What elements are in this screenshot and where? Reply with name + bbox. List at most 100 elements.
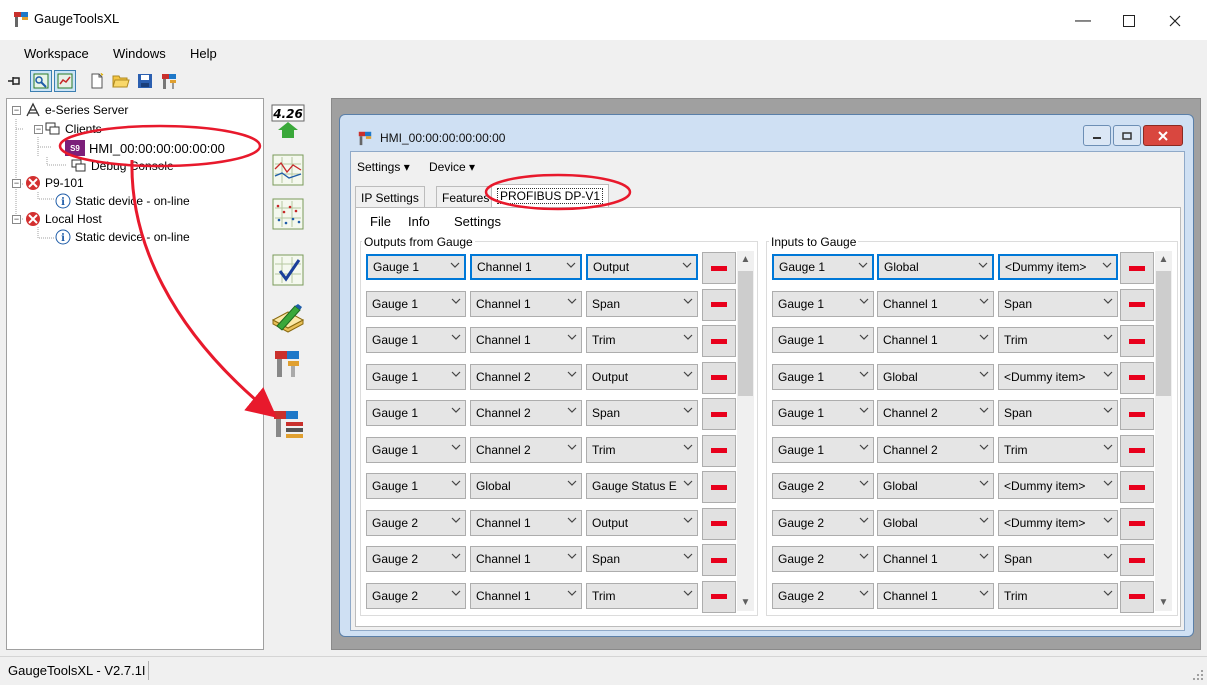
menu-settings[interactable]: Settings ▾ <box>357 160 410 174</box>
output-combo-item[interactable]: Output <box>586 363 698 390</box>
input-combo-item[interactable]: Span <box>998 290 1118 317</box>
resize-grip-icon[interactable] <box>1192 669 1204 681</box>
input-combo-channel[interactable]: Channel 1 <box>877 546 994 572</box>
output-remove-button[interactable] <box>702 434 736 467</box>
input-combo-gauge[interactable]: Gauge 2 <box>772 473 874 499</box>
output-combo-item[interactable]: Span <box>586 546 698 572</box>
inputs-scrollbar[interactable]: ▲ ▼ <box>1155 251 1172 611</box>
calibration-button[interactable] <box>270 252 306 288</box>
output-remove-button[interactable] <box>702 544 736 576</box>
tree-node-hmi[interactable]: S9 HMI_00:00:00:00:00:00 <box>65 140 225 156</box>
mdi-restore-button[interactable] <box>1113 125 1141 146</box>
view-tree-button[interactable] <box>30 70 52 92</box>
tree-node-localhost[interactable]: Local Host <box>25 211 102 227</box>
new-file-button[interactable] <box>86 70 108 92</box>
menu-info[interactable]: Info <box>408 214 430 229</box>
trend-button-2[interactable] <box>270 196 306 232</box>
input-combo-channel[interactable]: Channel 1 <box>877 327 994 353</box>
input-combo-gauge[interactable]: Gauge 1 <box>772 254 874 280</box>
edit-button[interactable] <box>270 300 306 336</box>
tools-button-2[interactable] <box>270 346 306 382</box>
minimize-button[interactable]: — <box>1060 6 1106 36</box>
expander-p9[interactable]: − <box>12 179 21 188</box>
output-combo-channel[interactable]: Channel 2 <box>470 400 582 426</box>
output-combo-item[interactable]: Output <box>586 254 698 280</box>
scroll-up-icon[interactable]: ▲ <box>1155 251 1172 268</box>
trend-button-1[interactable] <box>270 152 306 188</box>
tab-ip-settings[interactable]: IP Settings <box>355 186 425 208</box>
menu-panel-settings[interactable]: Settings <box>454 214 501 229</box>
output-combo-item[interactable]: Span <box>586 400 698 426</box>
output-combo-gauge[interactable]: Gauge 1 <box>366 473 466 499</box>
output-combo-gauge[interactable]: Gauge 2 <box>366 546 466 572</box>
output-remove-button[interactable] <box>702 288 736 321</box>
version-button[interactable]: 4.26 <box>270 104 306 140</box>
scroll-down-icon[interactable]: ▼ <box>737 594 754 611</box>
output-combo-channel[interactable]: Channel 1 <box>470 509 582 536</box>
expander-clients[interactable]: − <box>34 125 43 134</box>
output-remove-button[interactable] <box>702 471 736 503</box>
output-combo-item[interactable]: Gauge Status E <box>586 473 698 499</box>
maximize-button[interactable] <box>1106 6 1152 36</box>
input-remove-button[interactable] <box>1120 252 1154 284</box>
open-folder-button[interactable] <box>110 70 132 92</box>
input-combo-gauge[interactable]: Gauge 2 <box>772 509 874 536</box>
input-combo-gauge[interactable]: Gauge 1 <box>772 290 874 317</box>
menu-windows[interactable]: Windows <box>113 46 166 61</box>
tree-node-local-static[interactable]: i Static device - on-line <box>55 229 190 245</box>
menu-file[interactable]: File <box>370 214 391 229</box>
tree-node-server[interactable]: e-Series Server <box>25 102 128 118</box>
input-remove-button[interactable] <box>1120 325 1154 357</box>
output-combo-gauge[interactable]: Gauge 1 <box>366 327 466 353</box>
output-combo-channel[interactable]: Channel 1 <box>470 290 582 317</box>
menu-device[interactable]: Device ▾ <box>429 160 475 174</box>
input-remove-button[interactable] <box>1120 580 1154 613</box>
input-combo-item[interactable]: Trim <box>998 436 1118 463</box>
output-combo-gauge[interactable]: Gauge 1 <box>366 254 466 280</box>
expander-server[interactable]: − <box>12 106 21 115</box>
output-combo-gauge[interactable]: Gauge 2 <box>366 582 466 609</box>
output-combo-channel[interactable]: Channel 2 <box>470 363 582 390</box>
tree-node-debug[interactable]: Debug Console <box>71 158 174 174</box>
output-combo-channel[interactable]: Channel 1 <box>470 327 582 353</box>
outputs-scrollbar[interactable]: ▲ ▼ <box>737 251 754 611</box>
outputs-scroll-thumb[interactable] <box>738 271 753 396</box>
input-combo-channel[interactable]: Global <box>877 473 994 499</box>
input-remove-button[interactable] <box>1120 471 1154 503</box>
scroll-up-icon[interactable]: ▲ <box>737 251 754 268</box>
menu-workspace[interactable]: Workspace <box>24 46 89 61</box>
tab-features[interactable]: Features <box>436 186 496 208</box>
output-combo-item[interactable]: Trim <box>586 436 698 463</box>
output-combo-channel[interactable]: Channel 1 <box>470 582 582 609</box>
input-combo-item[interactable]: <Dummy item> <box>998 363 1118 390</box>
input-combo-channel[interactable]: Channel 1 <box>877 290 994 317</box>
input-combo-gauge[interactable]: Gauge 1 <box>772 327 874 353</box>
input-remove-button[interactable] <box>1120 544 1154 576</box>
output-combo-channel[interactable]: Channel 1 <box>470 546 582 572</box>
output-combo-gauge[interactable]: Gauge 2 <box>366 509 466 536</box>
settings-tools-button[interactable] <box>270 406 306 442</box>
input-combo-item[interactable]: Span <box>998 546 1118 572</box>
input-combo-gauge[interactable]: Gauge 1 <box>772 400 874 426</box>
input-combo-gauge[interactable]: Gauge 1 <box>772 363 874 390</box>
tree-node-p9-static[interactable]: i Static device - on-line <box>55 193 190 209</box>
output-remove-button[interactable] <box>702 325 736 357</box>
input-combo-channel[interactable]: Global <box>877 254 994 280</box>
output-combo-item[interactable]: Output <box>586 509 698 536</box>
tree-node-clients[interactable]: Clients <box>45 121 102 137</box>
output-remove-button[interactable] <box>702 507 736 540</box>
input-combo-item[interactable]: Trim <box>998 327 1118 353</box>
output-combo-gauge[interactable]: Gauge 1 <box>366 400 466 426</box>
close-button[interactable] <box>1152 6 1198 36</box>
output-remove-button[interactable] <box>702 361 736 394</box>
input-combo-channel[interactable]: Channel 2 <box>877 436 994 463</box>
output-combo-channel[interactable]: Channel 1 <box>470 254 582 280</box>
input-remove-button[interactable] <box>1120 507 1154 540</box>
output-combo-gauge[interactable]: Gauge 1 <box>366 436 466 463</box>
input-combo-gauge[interactable]: Gauge 1 <box>772 436 874 463</box>
inputs-scroll-thumb[interactable] <box>1156 271 1171 396</box>
mdi-minimize-button[interactable] <box>1083 125 1111 146</box>
scroll-down-icon[interactable]: ▼ <box>1155 594 1172 611</box>
input-combo-item[interactable]: <Dummy item> <box>998 509 1118 536</box>
output-combo-channel[interactable]: Global <box>470 473 582 499</box>
